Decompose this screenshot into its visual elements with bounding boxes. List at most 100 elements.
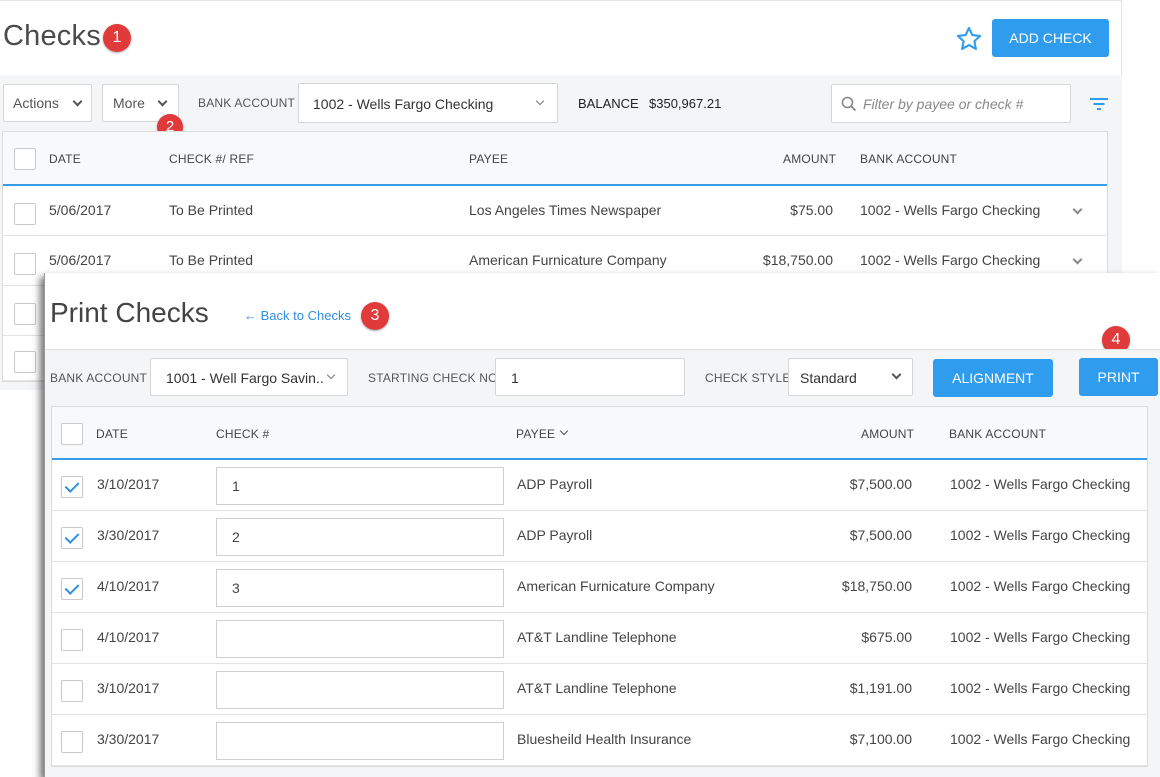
check-number-input[interactable] bbox=[216, 722, 504, 760]
row-payee: Bluesheild Health Insurance bbox=[517, 731, 692, 747]
bank-account-label: BANK ACCOUNT bbox=[198, 96, 296, 110]
check-style-value: Standard bbox=[800, 370, 857, 386]
row-date: 4/10/2017 bbox=[97, 578, 160, 594]
row-payee: AT&T Landline Telephone bbox=[517, 629, 677, 645]
alignment-button[interactable]: ALIGNMENT bbox=[933, 359, 1053, 397]
row-checkbox[interactable] bbox=[14, 303, 36, 325]
row-amount: $7,500.00 bbox=[849, 476, 912, 492]
chevron-down-icon bbox=[891, 369, 902, 380]
column-payee: PAYEE bbox=[469, 152, 509, 166]
filter-icon[interactable] bbox=[1090, 97, 1108, 111]
row-date: 5/06/2017 bbox=[49, 252, 112, 268]
check-style-select[interactable]: Standard bbox=[788, 358, 913, 396]
print-checks-panel: Print Checks ← Back to Checks 3 4 BANK A… bbox=[44, 273, 1160, 777]
search-placeholder: Filter by payee or check # bbox=[863, 96, 1024, 112]
row-payee: Los Angeles Times Newspaper bbox=[469, 202, 662, 218]
bank-account-select[interactable]: 1002 - Wells Fargo Checking bbox=[298, 83, 558, 123]
chevron-down-icon bbox=[535, 96, 545, 106]
sort-chevron-icon[interactable] bbox=[559, 426, 569, 436]
favorite-star-icon[interactable] bbox=[955, 25, 983, 53]
print-bank-account-select[interactable]: 1001 - Well Fargo Savin.. bbox=[150, 358, 348, 396]
row-date: 3/10/2017 bbox=[97, 680, 160, 696]
column-check-ref: CHECK #/ REF bbox=[169, 152, 255, 166]
table-row[interactable]: 5/06/2017 To Be Printed Los Angeles Time… bbox=[3, 186, 1107, 236]
add-check-button[interactable]: ADD CHECK bbox=[992, 19, 1109, 57]
check-number-input[interactable]: 1 bbox=[216, 467, 504, 505]
column-check-number: CHECK # bbox=[216, 427, 270, 441]
select-all-checkbox[interactable] bbox=[61, 423, 83, 445]
row-payee: American Furnicature Company bbox=[469, 252, 667, 268]
row-bank-account: 1002 - Wells Fargo Checking bbox=[950, 680, 1131, 696]
search-input[interactable]: Filter by payee or check # bbox=[831, 84, 1071, 123]
row-checkbox[interactable] bbox=[61, 476, 83, 498]
print-bank-account-value: 1001 - Well Fargo Savin.. bbox=[166, 370, 324, 386]
column-amount: AMOUNT bbox=[861, 427, 915, 441]
actions-dropdown[interactable]: Actions bbox=[3, 84, 92, 122]
row-checkbox[interactable] bbox=[14, 351, 36, 373]
row-amount: $1,191.00 bbox=[849, 680, 912, 696]
row-bank-account: 1002 - Wells Fargo Checking bbox=[950, 629, 1131, 645]
callout-badge-3: 3 bbox=[361, 302, 389, 330]
row-checkbox[interactable] bbox=[61, 731, 83, 753]
row-amount: $18,750.00 bbox=[762, 252, 833, 268]
print-button[interactable]: PRINT bbox=[1079, 358, 1158, 396]
row-checkbox[interactable] bbox=[61, 680, 83, 702]
starting-check-input[interactable]: 1 bbox=[495, 358, 685, 396]
row-amount: $18,750.00 bbox=[841, 578, 912, 594]
column-payee[interactable]: PAYEE bbox=[516, 427, 555, 441]
starting-check-label: STARTING CHECK NO bbox=[368, 371, 498, 385]
row-amount: $675.00 bbox=[861, 629, 912, 645]
row-bank-account: 1002 - Wells Fargo Checking bbox=[950, 476, 1131, 492]
row-checkbox[interactable] bbox=[14, 203, 36, 225]
row-date: 5/06/2017 bbox=[49, 202, 112, 218]
row-amount: $7,100.00 bbox=[849, 731, 912, 747]
callout-badge-1: 1 bbox=[103, 24, 131, 52]
chevron-down-icon bbox=[72, 96, 83, 107]
check-number-input[interactable]: 2 bbox=[216, 518, 504, 556]
expand-chevron-icon[interactable] bbox=[1072, 254, 1083, 265]
table-row[interactable]: 3/10/2017 1 ADP Payroll $7,500.00 1002 -… bbox=[52, 460, 1147, 511]
check-number-input[interactable]: 3 bbox=[216, 569, 504, 607]
balance-label: BALANCE bbox=[578, 96, 639, 111]
table-row[interactable]: 3/10/2017 AT&T Landline Telephone $1,191… bbox=[52, 664, 1147, 715]
row-checkbox[interactable] bbox=[61, 629, 83, 651]
row-bank-account: 1002 - Wells Fargo Checking bbox=[950, 731, 1131, 747]
row-ref: To Be Printed bbox=[169, 202, 254, 218]
more-label: More bbox=[113, 95, 145, 111]
actions-label: Actions bbox=[13, 95, 59, 111]
expand-chevron-icon[interactable] bbox=[1072, 204, 1083, 215]
row-checkbox[interactable] bbox=[14, 253, 36, 275]
chevron-down-icon bbox=[326, 370, 336, 380]
table-row[interactable]: 3/30/2017 Bluesheild Health Insurance $7… bbox=[52, 715, 1147, 766]
row-date: 3/30/2017 bbox=[97, 731, 160, 747]
select-all-checkbox[interactable] bbox=[14, 148, 36, 170]
starting-check-value: 1 bbox=[511, 370, 519, 386]
back-to-checks-link[interactable]: ← Back to Checks bbox=[244, 308, 351, 323]
print-bank-account-label: BANK ACCOUNT bbox=[50, 371, 148, 385]
column-date: DATE bbox=[49, 152, 81, 166]
row-date: 4/10/2017 bbox=[97, 629, 160, 645]
table-row[interactable]: 4/10/2017 AT&T Landline Telephone $675.0… bbox=[52, 613, 1147, 664]
check-number-input[interactable] bbox=[216, 620, 504, 658]
row-date: 3/10/2017 bbox=[97, 476, 160, 492]
table-header: DATE CHECK # PAYEE AMOUNT BANK ACCOUNT bbox=[52, 407, 1147, 460]
check-number-input[interactable] bbox=[216, 671, 504, 709]
row-checkbox[interactable] bbox=[61, 578, 83, 600]
column-bank-account: BANK ACCOUNT bbox=[860, 152, 958, 166]
row-date: 3/30/2017 bbox=[97, 527, 160, 543]
row-bank-account: 1002 - Wells Fargo Checking bbox=[950, 578, 1131, 594]
arrow-left-icon: ← bbox=[244, 308, 257, 323]
table-row[interactable]: 3/30/2017 2 ADP Payroll $7,500.00 1002 -… bbox=[52, 511, 1147, 562]
print-checks-table: DATE CHECK # PAYEE AMOUNT BANK ACCOUNT 3… bbox=[51, 406, 1148, 767]
row-bank-account: 1002 - Wells Fargo Checking bbox=[950, 527, 1131, 543]
search-icon bbox=[841, 96, 857, 112]
chevron-down-icon bbox=[157, 96, 168, 107]
back-link-label: Back to Checks bbox=[260, 308, 351, 323]
column-bank-account: BANK ACCOUNT bbox=[949, 427, 1047, 441]
print-checks-title: Print Checks bbox=[50, 297, 209, 328]
row-checkbox[interactable] bbox=[61, 527, 83, 549]
row-ref: To Be Printed bbox=[169, 252, 254, 268]
table-row[interactable]: 4/10/2017 3 American Furnicature Company… bbox=[52, 562, 1147, 613]
column-date: DATE bbox=[96, 427, 128, 441]
row-payee: ADP Payroll bbox=[517, 527, 593, 543]
